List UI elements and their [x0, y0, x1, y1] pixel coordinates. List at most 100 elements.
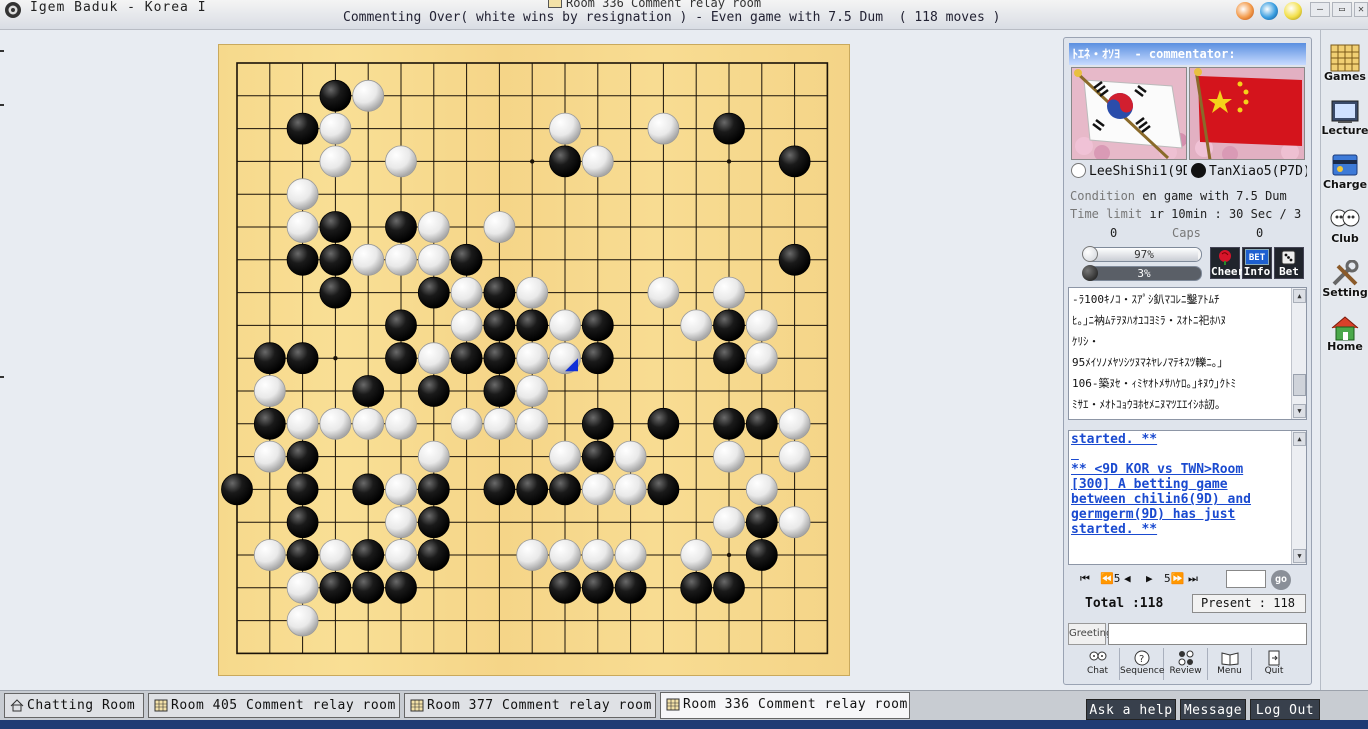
ask-help-button[interactable]: Ask a help [1086, 699, 1176, 720]
black-stone[interactable] [319, 211, 352, 243]
scroll-down-button[interactable]: ▼ [1293, 549, 1306, 563]
message-button[interactable]: Message [1180, 699, 1246, 720]
charge-button[interactable]: Charge [1321, 152, 1368, 198]
white-stone[interactable] [319, 145, 352, 178]
white-stone[interactable] [713, 440, 745, 473]
black-stone[interactable] [385, 571, 417, 604]
black-stone[interactable] [319, 79, 352, 112]
chat-button[interactable]: Chat [1076, 648, 1120, 680]
white-stone[interactable] [319, 539, 352, 571]
bet-button[interactable]: Bet [1274, 247, 1304, 279]
white-stone[interactable] [483, 211, 516, 243]
white-stone[interactable] [745, 342, 778, 375]
white-stone[interactable] [581, 145, 614, 178]
quit-button[interactable]: Quit [1252, 648, 1296, 680]
black-stone[interactable] [417, 539, 450, 571]
white-stone[interactable] [778, 506, 811, 539]
logout-button[interactable]: Log Out [1250, 699, 1320, 720]
white-stone[interactable] [253, 375, 286, 407]
white-stone[interactable] [647, 276, 680, 309]
black-stone[interactable] [581, 309, 614, 342]
scroll-up-button[interactable]: ▲ [1293, 432, 1306, 446]
forward-5-button[interactable]: 5⏩ [1164, 572, 1184, 585]
white-stone[interactable] [614, 539, 647, 571]
black-stone[interactable] [483, 375, 516, 407]
white-stone[interactable] [647, 112, 680, 145]
greeting-input[interactable] [1108, 623, 1307, 645]
black-stone[interactable] [286, 539, 319, 571]
black-stone[interactable] [417, 276, 450, 309]
scroll-up-button[interactable]: ▲ [1293, 289, 1306, 303]
black-stone[interactable] [286, 473, 319, 506]
notice-line[interactable]: ** <9D KOR vs TWN>Room [1069, 462, 1306, 477]
scroll-down-button[interactable]: ▼ [1293, 404, 1306, 418]
scroll-thumb[interactable] [1293, 374, 1306, 396]
tab-room-336[interactable]: Room 336 Comment relay room [660, 692, 910, 719]
black-stone[interactable] [745, 539, 778, 571]
black-stone[interactable] [483, 309, 516, 342]
white-stone[interactable] [417, 211, 450, 243]
paint-icon[interactable] [1236, 2, 1254, 20]
notice-line[interactable]: germgerm(9D) has just [1069, 507, 1306, 522]
black-stone[interactable] [385, 309, 417, 342]
notice-line[interactable]: between chilin6(9D) and [1069, 492, 1306, 507]
white-stone[interactable] [286, 407, 319, 440]
black-stone[interactable] [581, 342, 614, 375]
white-stone[interactable] [450, 407, 483, 440]
maximize-button[interactable]: ▭ [1332, 2, 1352, 17]
white-stone[interactable] [385, 506, 417, 539]
white-stone[interactable] [581, 539, 614, 571]
white-stone[interactable] [286, 604, 319, 637]
black-stone[interactable] [549, 473, 581, 506]
menu-button[interactable]: Menu [1208, 648, 1252, 680]
move-number-input[interactable] [1226, 570, 1266, 588]
black-stone[interactable] [778, 243, 811, 276]
black-stone[interactable] [450, 243, 483, 276]
white-stone[interactable] [286, 571, 319, 604]
black-stone[interactable] [417, 375, 450, 407]
setting-button[interactable]: Setting [1321, 260, 1368, 306]
search-icon[interactable] [1260, 2, 1278, 20]
black-stone[interactable] [221, 473, 253, 506]
notice-box[interactable]: started. ** ** <9D KOR vs TWN>Room [300] … [1068, 430, 1307, 565]
notice-line[interactable] [1069, 447, 1306, 462]
white-stone[interactable] [778, 407, 811, 440]
white-stone[interactable] [549, 539, 581, 571]
cheer-button[interactable]: Cheer [1210, 247, 1244, 279]
black-stone[interactable] [713, 407, 745, 440]
black-stone[interactable] [319, 571, 352, 604]
white-stone[interactable] [745, 309, 778, 342]
black-stone[interactable] [352, 571, 385, 604]
black-stone[interactable] [549, 571, 581, 604]
black-stone[interactable] [680, 571, 713, 604]
black-stone[interactable] [745, 407, 778, 440]
white-stone[interactable] [286, 178, 319, 211]
close-button[interactable]: ✕ [1354, 2, 1368, 17]
sequence-button[interactable]: ? Sequence [1120, 648, 1164, 680]
white-stone[interactable] [713, 506, 745, 539]
info-button[interactable]: BET Info [1242, 247, 1272, 279]
white-stone[interactable] [319, 407, 352, 440]
black-stone[interactable] [286, 342, 319, 375]
notice-scrollbar[interactable]: ▲ ▼ [1291, 431, 1306, 564]
white-stone[interactable] [483, 407, 516, 440]
black-stone[interactable] [549, 145, 581, 178]
comment-scrollbar[interactable]: ▲ ▼ [1291, 288, 1306, 419]
black-stone[interactable] [483, 276, 516, 309]
black-stone[interactable] [713, 309, 745, 342]
tab-room-377[interactable]: Room 377 Comment relay room [404, 693, 656, 718]
white-stone[interactable] [319, 112, 352, 145]
go-board[interactable] [218, 44, 850, 676]
black-stone[interactable] [647, 473, 680, 506]
white-stone[interactable] [680, 309, 713, 342]
review-button[interactable]: Review [1164, 648, 1208, 680]
black-stone[interactable] [319, 243, 352, 276]
black-stone[interactable] [516, 473, 549, 506]
minimize-button[interactable]: – [1310, 2, 1330, 17]
white-stone[interactable] [385, 539, 417, 571]
white-stone[interactable] [614, 473, 647, 506]
white-stone[interactable] [385, 243, 417, 276]
black-stone[interactable] [778, 145, 811, 178]
hint-bulb-icon[interactable] [1284, 2, 1302, 20]
next-move-button[interactable]: ▶ [1146, 572, 1153, 585]
